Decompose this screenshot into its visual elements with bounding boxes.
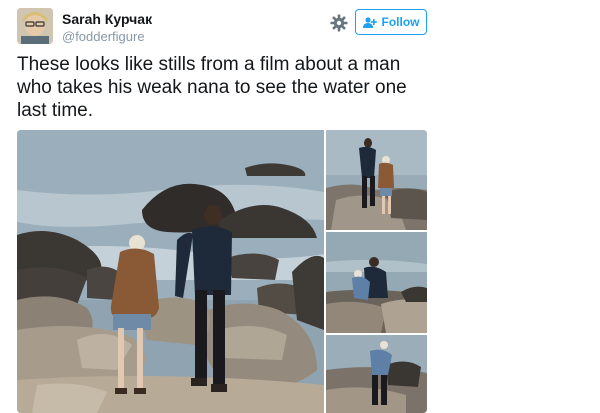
- media-grid: [17, 130, 427, 413]
- main-photo[interactable]: [17, 130, 324, 413]
- avatar-image: [17, 8, 53, 44]
- thumbnail-3[interactable]: [326, 335, 427, 413]
- tweet-text: These looks like stills from a film abou…: [17, 53, 437, 122]
- tweet-text-line: These looks like stills from a film abou…: [17, 54, 401, 75]
- thumbnail-2[interactable]: [326, 232, 427, 333]
- follow-label: Follow: [381, 15, 420, 29]
- user-handle[interactable]: @fodderfigure: [62, 29, 145, 44]
- tweet-text-line: who takes his weak nana to see the water…: [17, 77, 407, 98]
- add-user-icon: [362, 16, 377, 28]
- thumbnail-1[interactable]: [326, 130, 427, 230]
- gear-icon[interactable]: [330, 14, 348, 32]
- tweet-text-line: last time.: [17, 100, 94, 121]
- display-name[interactable]: Sarah Курчак: [62, 11, 152, 27]
- avatar[interactable]: [17, 8, 53, 44]
- follow-button[interactable]: Follow: [355, 9, 427, 35]
